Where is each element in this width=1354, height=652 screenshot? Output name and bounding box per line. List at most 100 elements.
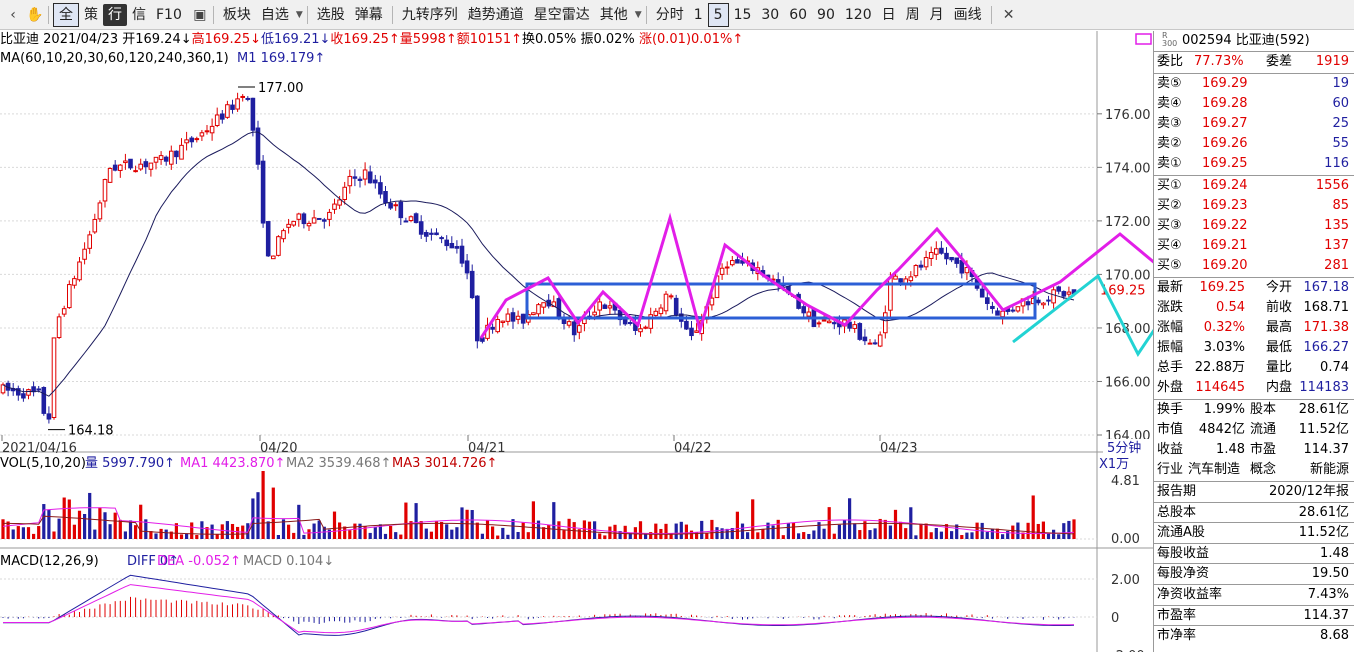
ask-volume: 60	[1332, 96, 1349, 111]
toolbar-item[interactable]: 30	[756, 4, 784, 26]
volume-bar	[195, 534, 199, 539]
candle-body	[36, 388, 42, 391]
volume-bar	[32, 533, 36, 539]
quote-value: 22.88万	[1194, 360, 1245, 375]
candle-body	[271, 255, 276, 260]
candle-body	[469, 270, 475, 299]
toolbar-item[interactable]: 周	[901, 4, 925, 26]
volume-bar	[587, 521, 592, 539]
toolbar-item[interactable]: 信	[127, 4, 151, 26]
volume-bar	[858, 530, 862, 539]
candle-body	[26, 389, 31, 396]
open-value: 开169.24↓	[122, 32, 192, 47]
toolbar-item[interactable]: 自选	[256, 4, 294, 26]
toolbar-item[interactable]: 选股	[312, 4, 350, 26]
volume-bar	[42, 504, 46, 539]
period-label: 5分钟	[1107, 440, 1141, 456]
candle-body	[327, 211, 332, 220]
fin-value: 2020/12年报	[1268, 484, 1349, 499]
stat-value: 11.52亿	[1298, 422, 1349, 437]
stat-label: 市值	[1157, 422, 1184, 437]
toolbar-item[interactable]: 60	[784, 4, 812, 26]
chevron-left-icon[interactable]: ‹	[4, 6, 22, 24]
candle-body	[214, 114, 220, 127]
close-icon[interactable]: ✕	[1000, 6, 1018, 24]
toolbar-item[interactable]: 趋势通道	[463, 4, 529, 26]
volume-bar	[389, 525, 393, 539]
price-tick-label: 176.00	[1105, 108, 1151, 123]
candle-body	[520, 313, 526, 324]
toolbar-item[interactable]: 月	[925, 4, 949, 26]
toolbar-item[interactable]: 弹幕	[350, 4, 388, 26]
quote-label: 前收	[1266, 300, 1293, 315]
stat-label: 市盈	[1250, 442, 1277, 457]
candle-body	[699, 320, 705, 335]
toolbar-item[interactable]: 行	[103, 3, 127, 26]
volume-bar	[506, 534, 510, 539]
candle-body	[46, 413, 52, 420]
toolbar-item[interactable]: 1	[689, 4, 708, 26]
candle-body	[260, 160, 266, 224]
volume-bar	[225, 521, 229, 539]
toolbar-item[interactable]: 90	[812, 4, 840, 26]
fin-label: 报告期	[1157, 484, 1197, 499]
quote-label: 最高	[1266, 320, 1293, 335]
toolbar-item[interactable]: 画线	[949, 4, 987, 26]
close-value: 收169.25↑	[330, 32, 400, 47]
toolbar-item[interactable]: 15	[729, 4, 757, 26]
volume-bar	[450, 529, 454, 539]
candle-body	[1046, 299, 1051, 302]
hand-icon[interactable]: ✋	[26, 6, 44, 24]
candle-body	[786, 285, 791, 294]
volume-bar	[802, 532, 806, 539]
volume-bar	[501, 527, 505, 539]
fin-label: 净资收益率	[1157, 587, 1223, 602]
chevron-down-icon[interactable]: ▼	[635, 10, 642, 20]
chevron-down-icon[interactable]: ▼	[296, 10, 303, 20]
volume-bar	[944, 524, 949, 539]
candle-body	[949, 256, 954, 261]
amplitude-value: 振0.02%	[580, 32, 635, 47]
candle-body	[204, 130, 210, 133]
quote-value: 171.38	[1303, 320, 1350, 335]
toolbar-item[interactable]: 5	[707, 2, 729, 27]
toolbar-item[interactable]: 策	[79, 4, 103, 26]
toolbar-item[interactable]: 星空雷达	[529, 4, 595, 26]
volume-bar	[679, 521, 683, 539]
toolbar-item[interactable]: 全	[53, 2, 79, 27]
candle-body	[169, 150, 174, 165]
vol-unit-label: X1万	[1099, 457, 1129, 472]
toolbar-item[interactable]: 其他	[595, 4, 633, 26]
volume-bar	[26, 527, 31, 539]
macd-dea-label: DEA -0.052↑	[157, 554, 241, 569]
concept-label: 概念	[1250, 462, 1277, 477]
volume-bar	[93, 529, 97, 539]
toolbar-item[interactable]: F10	[151, 4, 187, 26]
ask-volume: 19	[1332, 76, 1349, 91]
candle-body	[847, 321, 852, 329]
toolbar-item[interactable]: 日	[877, 4, 901, 26]
toolbar-item[interactable]: 九转序列	[397, 4, 463, 26]
candle-body	[995, 310, 1000, 316]
toolbar-item[interactable]: 分时	[651, 4, 689, 26]
toolbar-item[interactable]: 120	[840, 4, 877, 26]
volume-bar	[1041, 521, 1045, 539]
candle-body	[112, 164, 118, 171]
bid-label: 买①	[1157, 178, 1182, 193]
candle-body	[760, 270, 766, 275]
candle-body	[806, 311, 812, 317]
fin-label: 每股净资	[1157, 566, 1210, 582]
bid-label: 买⑤	[1157, 258, 1182, 273]
chart-area[interactable]: 176.00 174.00 172.00 170.00 168.00 166.00 164.…	[0, 31, 1153, 652]
volume-bar	[812, 530, 816, 539]
candle-body	[694, 330, 699, 333]
volume-bar	[715, 527, 719, 539]
kline-chart[interactable]: 176.00 174.00 172.00 170.00 168.00 166.00 164.…	[0, 31, 1153, 652]
candle-body	[852, 324, 858, 329]
candle-body	[485, 324, 490, 339]
candle-body	[985, 297, 990, 304]
window-icon[interactable]: ▣	[191, 6, 209, 24]
toolbar-item[interactable]: 板块	[218, 4, 256, 26]
volume-bar	[52, 531, 56, 539]
quote-row: 总手 22.88万 量比 0.74	[1154, 358, 1354, 378]
